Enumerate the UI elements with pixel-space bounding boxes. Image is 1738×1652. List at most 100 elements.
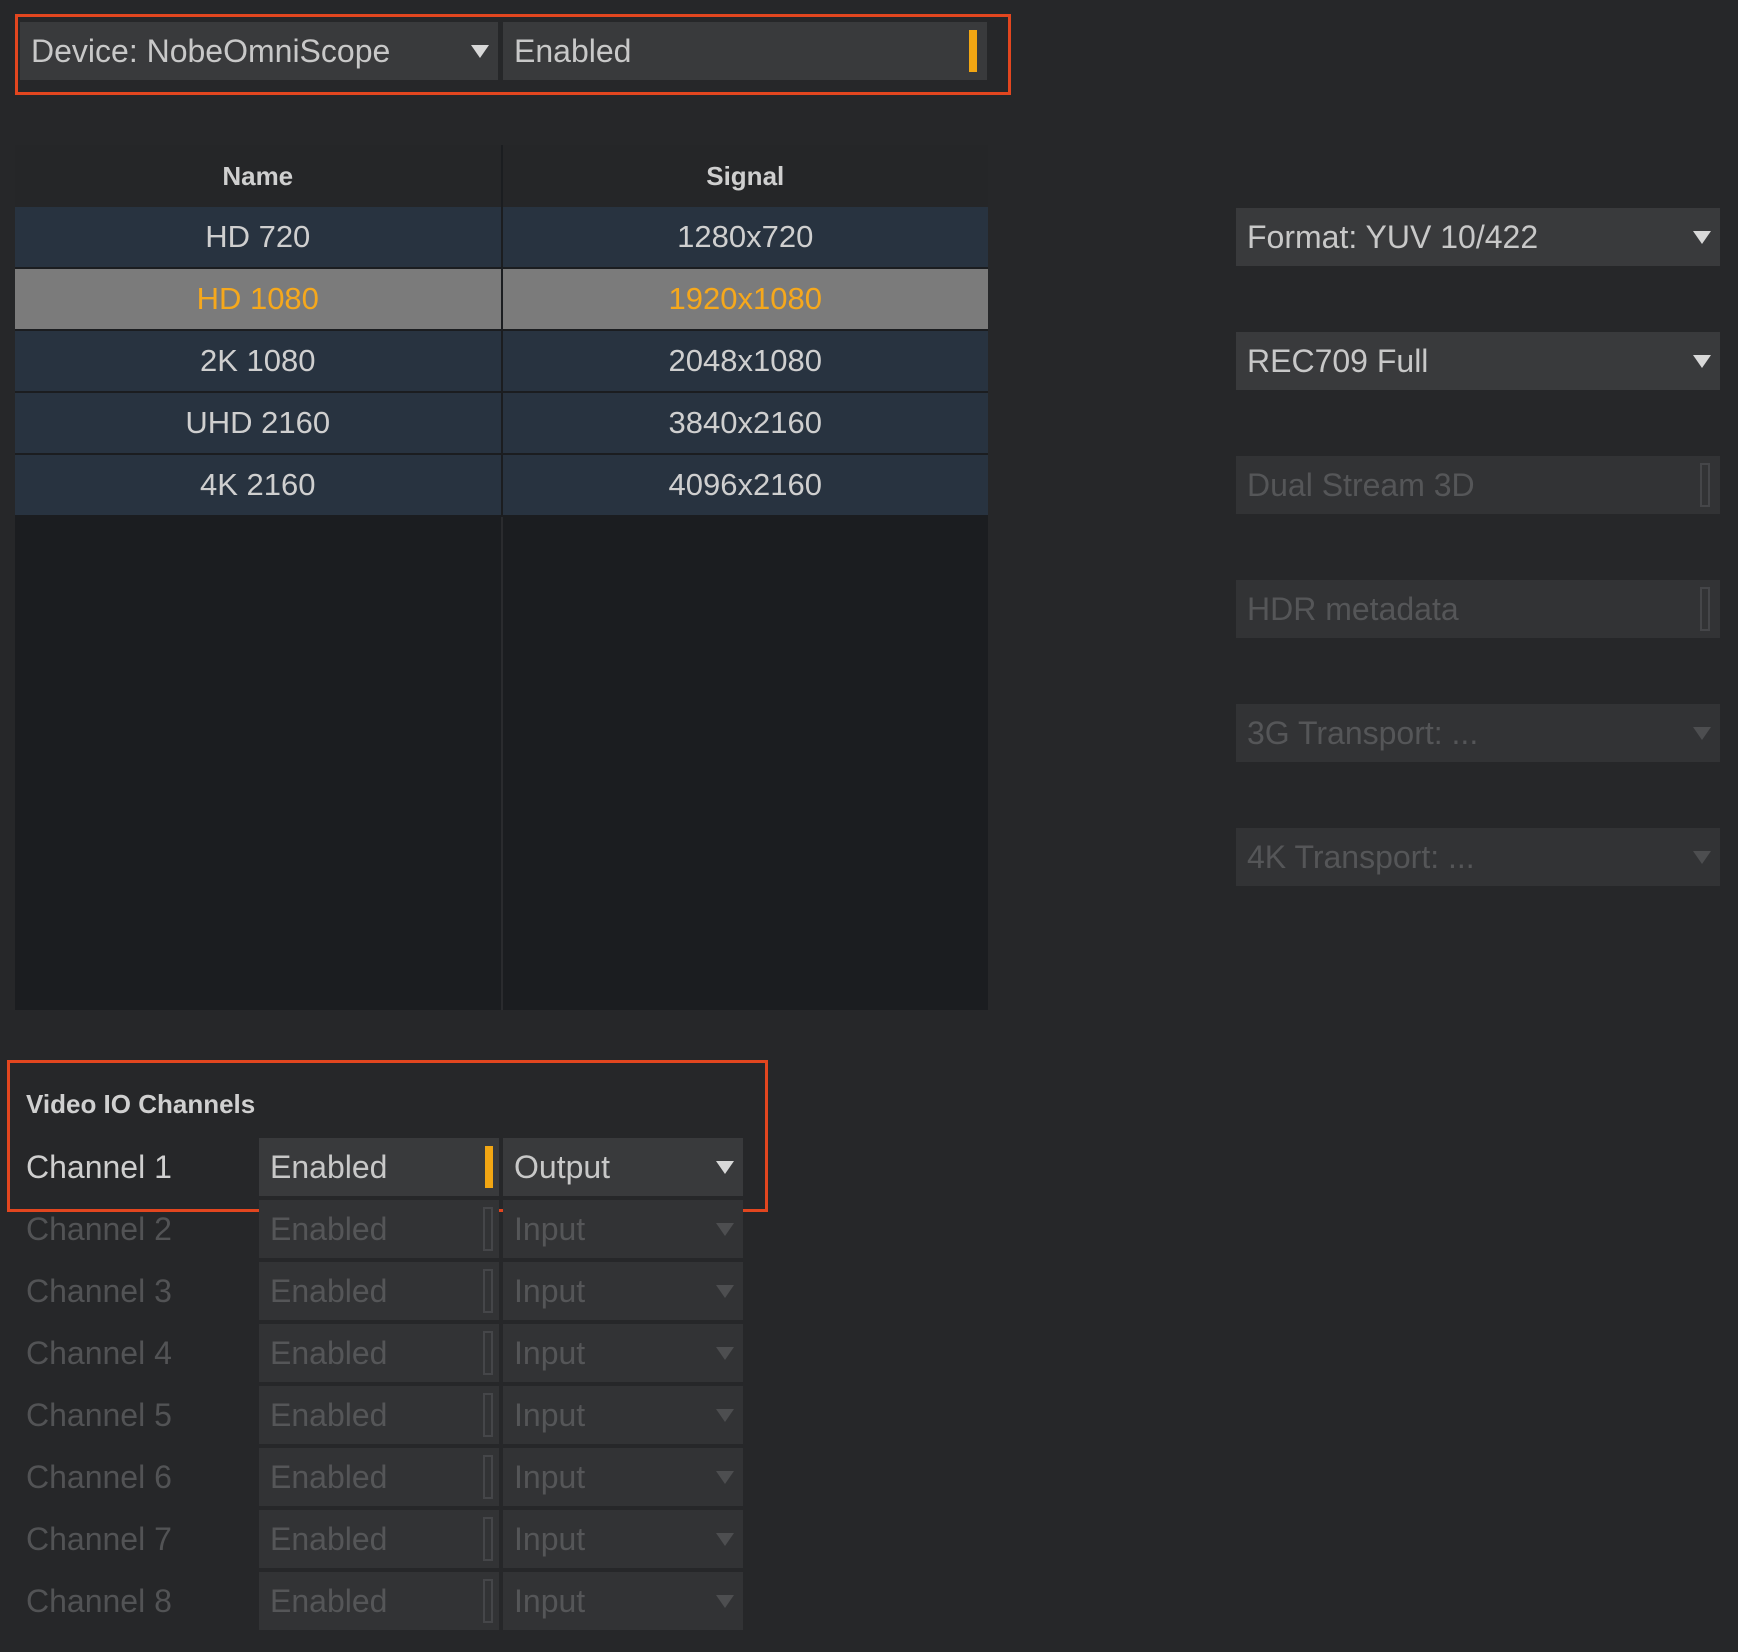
toggle-off-indicator xyxy=(1700,463,1710,507)
device-enabled-toggle[interactable]: Enabled xyxy=(503,22,987,80)
toggle-off-indicator xyxy=(483,1331,493,1375)
chevron-down-icon xyxy=(707,1346,743,1360)
column-header-signal[interactable]: Signal xyxy=(500,145,989,207)
chevron-down-icon xyxy=(462,44,498,58)
toggle-off-indicator xyxy=(483,1207,493,1251)
toggle-on-indicator xyxy=(969,30,977,72)
dual-stream-3d-label: Dual Stream 3D xyxy=(1247,466,1475,503)
channel-enabled-toggle[interactable]: Enabled xyxy=(259,1324,499,1382)
channel-enabled-toggle[interactable]: Enabled xyxy=(259,1262,499,1320)
channel-mode-dropdown[interactable]: Output xyxy=(503,1138,743,1196)
column-divider xyxy=(501,517,503,1010)
chevron-down-icon xyxy=(707,1284,743,1298)
channel-mode-label: Input xyxy=(514,1334,586,1371)
channel-mode-dropdown[interactable]: Input xyxy=(503,1200,743,1258)
chevron-down-icon xyxy=(707,1408,743,1422)
chevron-down-icon xyxy=(707,1160,743,1174)
channel-mode-label: Input xyxy=(514,1272,586,1309)
row-signal-cell: 3840x2160 xyxy=(502,393,988,453)
channel-enabled-toggle[interactable]: Enabled xyxy=(259,1572,499,1630)
toggle-off-indicator xyxy=(483,1393,493,1437)
row-signal-cell: 4096x2160 xyxy=(502,455,988,515)
channel-label: Channel 7 xyxy=(26,1520,172,1557)
channel-label: Channel 4 xyxy=(26,1334,172,1371)
table-header: Name Signal xyxy=(15,145,988,207)
channel-label: Channel 3 xyxy=(26,1272,172,1309)
channel-mode-dropdown[interactable]: Input xyxy=(503,1262,743,1320)
toggle-off-indicator xyxy=(1700,587,1710,631)
device-dropdown[interactable]: Device: NobeOmniScope xyxy=(20,22,498,80)
channel-enabled-label: Enabled xyxy=(270,1582,388,1619)
format-dropdown-label: Format: YUV 10/422 xyxy=(1247,218,1539,255)
channel-enabled-label: Enabled xyxy=(270,1334,388,1371)
row-signal-cell: 2048x1080 xyxy=(502,331,988,391)
channel-enabled-label: Enabled xyxy=(270,1396,388,1433)
channel-enabled-toggle[interactable]: Enabled xyxy=(259,1138,499,1196)
channel-enabled-toggle[interactable]: Enabled xyxy=(259,1200,499,1258)
channel-enabled-label: Enabled xyxy=(270,1210,388,1247)
channel-enabled-toggle[interactable]: Enabled xyxy=(259,1448,499,1506)
channel-mode-dropdown[interactable]: Input xyxy=(503,1572,743,1630)
chevron-down-icon xyxy=(1684,850,1720,864)
table-row[interactable]: UHD 2160 3840x2160 xyxy=(15,393,988,453)
channel-mode-dropdown[interactable]: Input xyxy=(503,1510,743,1568)
chevron-down-icon xyxy=(707,1222,743,1236)
toggle-off-indicator xyxy=(483,1517,493,1561)
channel-mode-dropdown[interactable]: Input xyxy=(503,1386,743,1444)
channel-enabled-label: Enabled xyxy=(270,1458,388,1495)
chevron-down-icon xyxy=(707,1594,743,1608)
colorspace-dropdown[interactable]: REC709 Full xyxy=(1236,332,1720,390)
channel-mode-label: Input xyxy=(514,1210,586,1247)
channel-mode-label: Input xyxy=(514,1458,586,1495)
format-dropdown[interactable]: Format: YUV 10/422 xyxy=(1236,208,1720,266)
transport-3g-label: 3G Transport: ... xyxy=(1247,714,1479,751)
channel-mode-label: Input xyxy=(514,1396,586,1433)
dual-stream-3d-toggle[interactable]: Dual Stream 3D xyxy=(1236,456,1720,514)
channel-enabled-toggle[interactable]: Enabled xyxy=(259,1386,499,1444)
toggle-on-indicator xyxy=(485,1146,493,1188)
channel-mode-label: Input xyxy=(514,1582,586,1619)
row-name-cell: HD 720 xyxy=(15,207,501,267)
transport-3g-dropdown[interactable]: 3G Transport: ... xyxy=(1236,704,1720,762)
table-row-selected[interactable]: HD 1080 1920x1080 xyxy=(15,269,988,329)
row-name-cell: 2K 1080 xyxy=(15,331,501,391)
row-name-cell: 4K 2160 xyxy=(15,455,501,515)
channel-label: Channel 2 xyxy=(26,1210,172,1247)
transport-4k-label: 4K Transport: ... xyxy=(1247,838,1475,875)
colorspace-dropdown-label: REC709 Full xyxy=(1247,342,1429,379)
row-name-cell: HD 1080 xyxy=(15,269,501,329)
channel-enabled-label: Enabled xyxy=(270,1520,388,1557)
channel-mode-dropdown[interactable]: Input xyxy=(503,1324,743,1382)
channel-label: Channel 8 xyxy=(26,1582,172,1619)
chevron-down-icon xyxy=(1684,354,1720,368)
transport-4k-dropdown[interactable]: 4K Transport: ... xyxy=(1236,828,1720,886)
chevron-down-icon xyxy=(1684,230,1720,244)
toggle-off-indicator xyxy=(483,1455,493,1499)
channel-mode-label: Output xyxy=(514,1148,611,1185)
channel-enabled-label: Enabled xyxy=(270,1272,388,1309)
channel-label: Channel 1 xyxy=(26,1148,172,1185)
channel-enabled-label: Enabled xyxy=(270,1148,388,1185)
toggle-off-indicator xyxy=(483,1269,493,1313)
row-signal-cell: 1280x720 xyxy=(502,207,988,267)
hdr-metadata-toggle[interactable]: HDR metadata xyxy=(1236,580,1720,638)
table-row[interactable]: 4K 2160 4096x2160 xyxy=(15,455,988,515)
video-format-table: Name Signal HD 720 1280x720 HD 1080 1920… xyxy=(15,145,988,1010)
channel-label: Channel 6 xyxy=(26,1458,172,1495)
section-title-video-io: Video IO Channels xyxy=(26,1089,256,1119)
column-header-name[interactable]: Name xyxy=(15,145,501,207)
chevron-down-icon xyxy=(707,1470,743,1484)
channel-mode-dropdown[interactable]: Input xyxy=(503,1448,743,1506)
channel-enabled-toggle[interactable]: Enabled xyxy=(259,1510,499,1568)
row-name-cell: UHD 2160 xyxy=(15,393,501,453)
device-dropdown-label: Device: NobeOmniScope xyxy=(31,32,391,69)
toggle-off-indicator xyxy=(483,1579,493,1623)
device-enabled-label: Enabled xyxy=(514,32,632,69)
row-signal-cell: 1920x1080 xyxy=(502,269,988,329)
table-row[interactable]: HD 720 1280x720 xyxy=(15,207,988,267)
chevron-down-icon xyxy=(1684,726,1720,740)
chevron-down-icon xyxy=(707,1532,743,1546)
table-row[interactable]: 2K 1080 2048x1080 xyxy=(15,331,988,391)
channel-mode-label: Input xyxy=(514,1520,586,1557)
channel-label: Channel 5 xyxy=(26,1396,172,1433)
